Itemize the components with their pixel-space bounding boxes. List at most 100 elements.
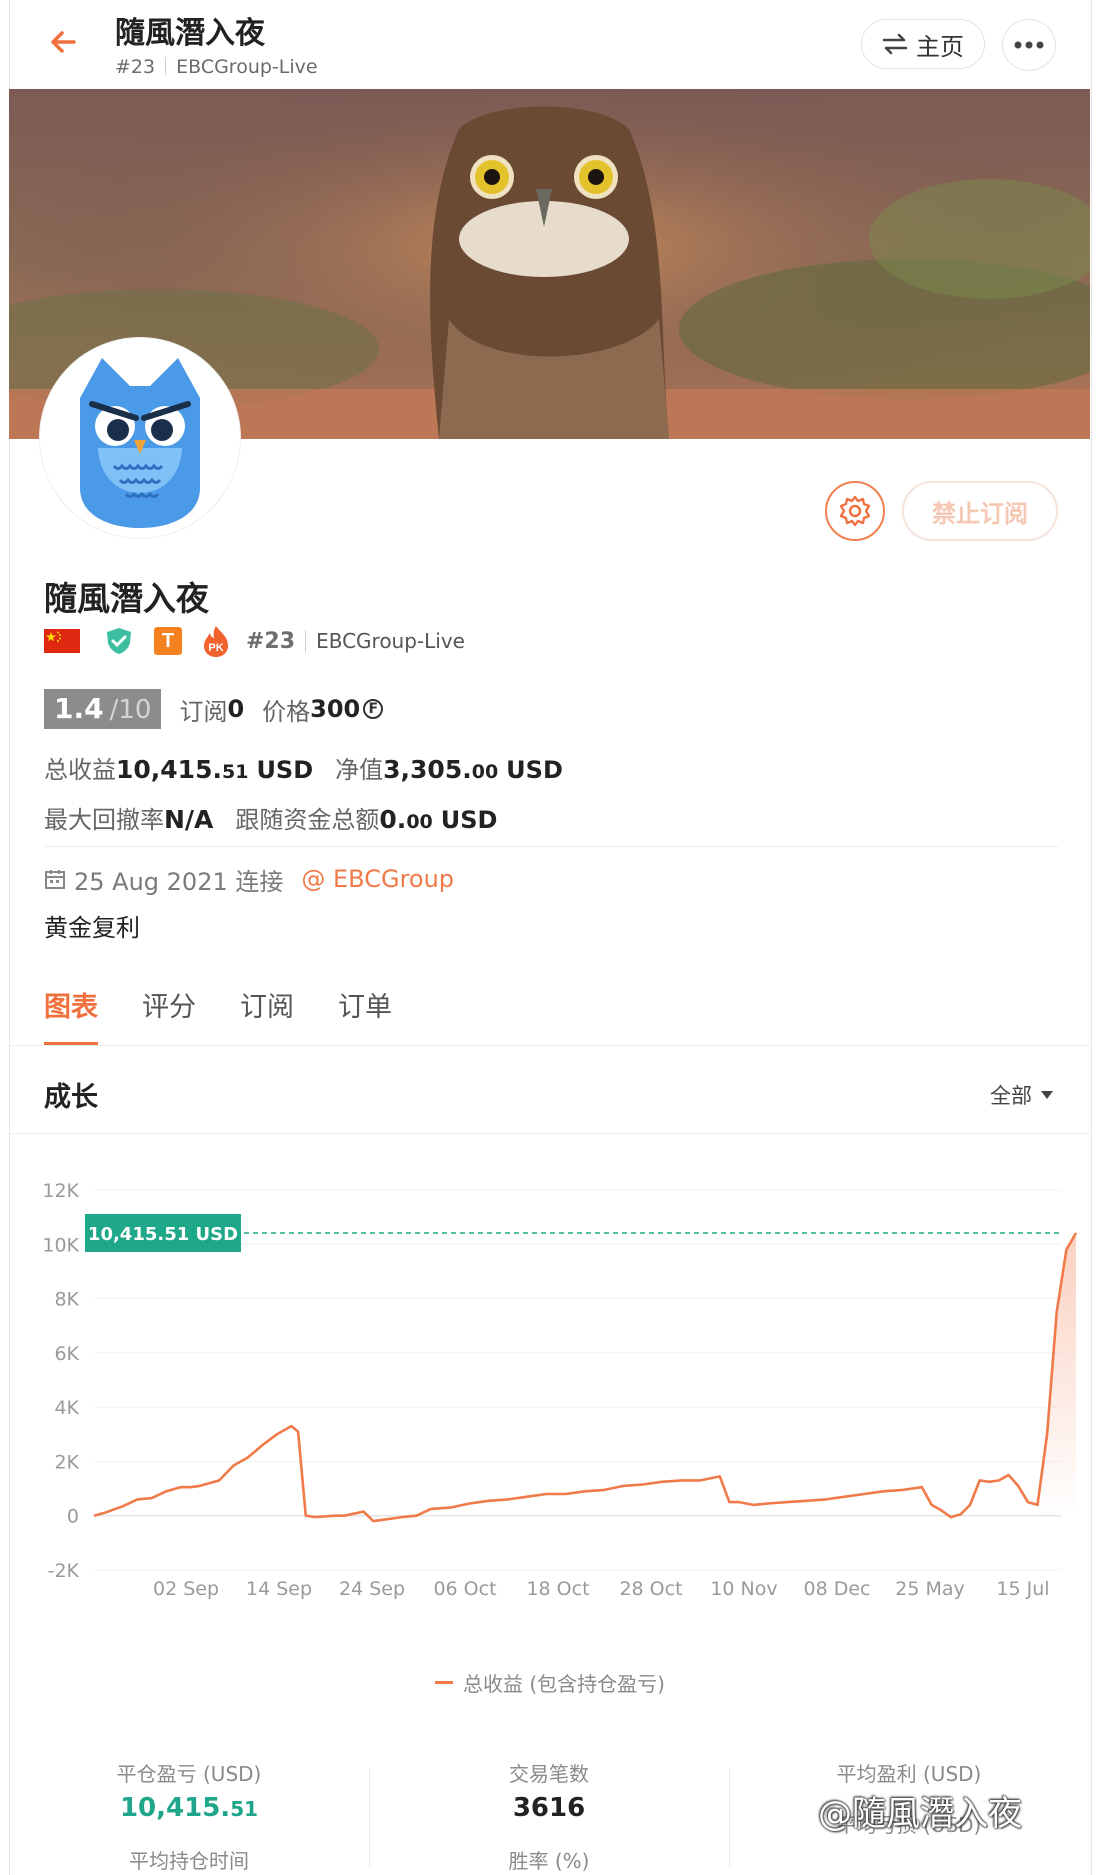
y-tick-label: 2K xyxy=(54,1451,79,1473)
equity-decimal: 00 xyxy=(471,761,499,783)
period-value: 全部 xyxy=(990,1084,1032,1108)
follow-funds-label: 跟随资金总额 xyxy=(235,806,380,834)
score-badge: 1.4 /10 xyxy=(44,689,162,729)
summary-label: 平仓盈亏 (USD) xyxy=(116,1762,262,1786)
summary-label: 交易笔数 xyxy=(509,1762,589,1786)
summary-next-label: 平均持仓时间 xyxy=(129,1849,249,1873)
x-tick-label: 24 Sep xyxy=(339,1578,405,1600)
legend-label: 总收益 (包含持仓盈亏) xyxy=(463,1672,665,1696)
header-broker: EBCGroup-Live xyxy=(176,56,318,78)
x-tick-label: 10 Nov xyxy=(710,1578,777,1600)
tab-orders[interactable]: 订单 xyxy=(338,985,392,1045)
china-flag-icon xyxy=(44,629,80,653)
price-label: 价格 xyxy=(262,697,311,726)
total-profit-label: 总收益 xyxy=(44,756,116,784)
summary-closed-pnl: 平仓盈亏 (USD) 10,415.51 平均持仓时间 xyxy=(9,1758,369,1874)
rank-badge: #23 xyxy=(246,628,296,654)
broker-name: EBCGroup-Live xyxy=(316,629,465,653)
caret-down-icon xyxy=(1041,1091,1053,1099)
summary-value: 10,415.51 xyxy=(9,1793,369,1823)
series-area xyxy=(1037,1233,1076,1516)
subscriptions-count: 0 xyxy=(227,695,245,723)
back-arrow-icon[interactable] xyxy=(44,22,94,62)
coin-icon: F xyxy=(363,699,384,719)
divider xyxy=(44,846,1058,847)
y-tick-label: 12K xyxy=(42,1180,79,1202)
header-rank: #23 xyxy=(115,56,156,78)
subscribe-disabled-button[interactable]: 禁止订阅 xyxy=(902,481,1058,541)
more-options-button[interactable] xyxy=(1002,19,1056,71)
price-value: 300 xyxy=(310,695,361,723)
equity-unit: USD xyxy=(506,756,563,784)
growth-chart: 12K 10K 8K 6K 4K 2K 0 -2K 02 Sep 14 Sep 24 Sep 06 O… xyxy=(42,1180,1078,1600)
x-tick-label: 25 May xyxy=(895,1578,965,1600)
chart-legend[interactable]: 总收益 (包含持仓盈亏) xyxy=(435,1668,665,1697)
profit-row: 总收益 10,415. 51 USD 净值 3,305. 00 USD xyxy=(44,750,585,786)
t-badge-icon: T xyxy=(154,627,182,655)
page-title: 隨風潛入夜 xyxy=(115,16,265,51)
avatar[interactable] xyxy=(40,338,240,538)
current-value-label: 10,415.51 USD xyxy=(88,1224,238,1245)
header-subtitle: #23 EBCGroup-Live xyxy=(115,56,318,78)
verified-shield-icon xyxy=(107,628,131,654)
tab-subscriptions[interactable]: 订阅 xyxy=(240,985,294,1045)
x-tick-label: 14 Sep xyxy=(246,1578,312,1600)
y-tick-label: 4K xyxy=(54,1397,79,1419)
y-tick-label: 8K xyxy=(54,1289,79,1311)
profile-badges: T PK #23 EBCGroup-Live xyxy=(44,623,465,659)
tab-bar: 图表 评分 订阅 订单 xyxy=(44,985,392,1045)
total-profit-unit: USD xyxy=(256,756,314,784)
divider xyxy=(9,1133,1090,1134)
y-tick-label: -2K xyxy=(48,1560,80,1582)
summary-value-int: 3616 xyxy=(512,1793,586,1823)
score-value: 1.4 xyxy=(54,692,104,725)
gear-icon xyxy=(839,495,871,527)
settings-button[interactable] xyxy=(825,481,885,541)
max-drawdown-label: 最大回撤率 xyxy=(44,806,164,834)
swap-icon xyxy=(882,33,908,55)
score-max: /10 xyxy=(109,695,152,725)
summary-value: 3616 xyxy=(369,1793,729,1823)
summary-value-int: 10,415. xyxy=(119,1793,231,1823)
total-profit-value: 10,415. xyxy=(116,755,222,784)
svg-text:PK: PK xyxy=(208,642,223,654)
rating-row: 1.4 /10 订阅 0 价格 300 F xyxy=(44,689,384,729)
y-tick-label: 6K xyxy=(54,1343,79,1365)
subscriptions-label: 订阅 xyxy=(179,697,228,726)
watermark: @隨風潛入夜 xyxy=(818,1794,1022,1834)
home-button[interactable]: 主页 xyxy=(861,19,985,69)
connect-date: 25 Aug 2021 连接 xyxy=(74,867,284,896)
x-tick-label: 08 Dec xyxy=(804,1578,871,1600)
follow-funds-decimal: 00 xyxy=(406,811,433,833)
profile-name: 隨風潛入夜 xyxy=(44,579,209,618)
divider xyxy=(165,57,167,75)
tab-chart[interactable]: 图表 xyxy=(44,985,98,1045)
x-tick-label: 28 Oct xyxy=(619,1578,682,1600)
account-info-row: 25 Aug 2021 连接 @ EBCGroup xyxy=(44,862,454,896)
y-tick-label: 0 xyxy=(67,1506,79,1528)
legend-swatch xyxy=(435,1681,453,1684)
divider xyxy=(9,1045,1090,1046)
period-dropdown[interactable]: 全部 xyxy=(990,1080,1054,1110)
y-tick-label: 10K xyxy=(42,1234,79,1256)
tab-rating[interactable]: 评分 xyxy=(142,985,196,1045)
x-tick-label: 18 Oct xyxy=(526,1578,589,1600)
summary-value-dec: 51 xyxy=(230,1797,259,1821)
divider xyxy=(305,630,307,652)
strategy-description: 黄金复利 xyxy=(44,914,140,942)
max-drawdown-value: N/A xyxy=(164,805,214,834)
x-tick-label: 02 Sep xyxy=(153,1578,219,1600)
equity-label: 净值 xyxy=(335,756,384,784)
more-dots-icon xyxy=(1014,41,1044,49)
calendar-icon xyxy=(45,870,65,889)
home-button-label: 主页 xyxy=(916,32,964,61)
equity-value: 3,305. xyxy=(383,755,472,784)
pk-fire-icon: PK xyxy=(204,626,228,657)
summary-trades: 交易笔数 3616 胜率 (%) xyxy=(369,1758,729,1874)
series-line xyxy=(93,1232,1078,1523)
summary-label: 平均盈利 (USD) xyxy=(836,1762,982,1786)
broker-link[interactable]: @ EBCGroup xyxy=(301,865,454,893)
section-title: 成长 xyxy=(44,1082,98,1113)
follow-funds-unit: USD xyxy=(440,806,498,834)
x-tick-label: 06 Oct xyxy=(433,1578,496,1600)
